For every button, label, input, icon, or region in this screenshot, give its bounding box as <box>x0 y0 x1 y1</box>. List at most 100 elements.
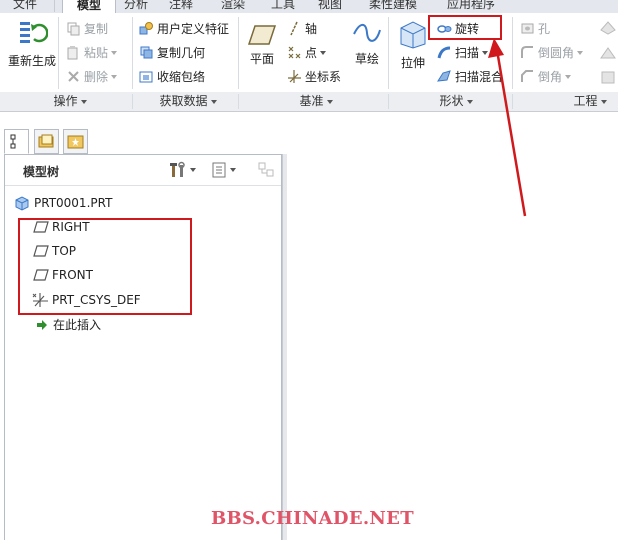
paste-icon <box>67 46 78 60</box>
group-datum-menu[interactable]: 基准 <box>286 94 346 109</box>
watermark-text: BBS.CHINADE.NET <box>211 508 414 529</box>
tree-root-part[interactable]: PRT0001.PRT <box>14 195 112 211</box>
tree-show-button[interactable] <box>211 161 236 179</box>
tab-model-tree[interactable] <box>4 129 29 154</box>
shrinkwrap-label: 收缩包络 <box>157 70 206 84</box>
insert-here-marker[interactable]: 在此插入 <box>36 316 101 333</box>
list-icon <box>212 162 226 178</box>
chevron-down-icon <box>111 74 118 79</box>
tab-tools[interactable]: 工具 <box>262 0 304 13</box>
point-label: 点 <box>305 46 318 60</box>
plane-icon <box>247 25 277 45</box>
group-separator <box>388 94 389 109</box>
csys-label: 坐标系 <box>305 70 342 84</box>
group-get-data-menu[interactable]: 获取数据 <box>150 94 226 109</box>
chevron-down-icon <box>80 99 87 104</box>
tab-analysis[interactable]: 分析 <box>116 0 156 13</box>
tab-flexible-modeling[interactable]: 柔性建模 <box>360 0 426 13</box>
shrinkwrap-icon <box>139 71 153 83</box>
hole-button[interactable]: 孔 <box>520 20 550 37</box>
filter-icon <box>258 162 274 177</box>
group-datum-label: 基准 <box>299 94 324 108</box>
group-engineering-label: 工程 <box>573 94 598 108</box>
tab-annotate[interactable]: 注释 <box>160 0 202 13</box>
copy-geometry-button[interactable]: 复制几何 <box>139 44 205 61</box>
tab-model[interactable]: 模型 <box>62 0 116 13</box>
group-operations-label: 操作 <box>53 94 78 108</box>
tab-file[interactable]: 文件 <box>6 0 44 13</box>
model-tree-header: 模型树 <box>5 155 281 186</box>
tree-highlight-box <box>18 218 192 315</box>
chevron-down-icon <box>326 99 333 104</box>
engineering-tools-icon <box>600 21 616 84</box>
copy-geometry-label: 复制几何 <box>157 46 206 60</box>
hole-icon <box>521 23 534 34</box>
extrude-icon <box>400 21 426 49</box>
udf-button[interactable]: 用户定义特征 <box>139 20 229 37</box>
point-button[interactable]: 点 <box>287 44 327 61</box>
regenerate-label: 重新生成 <box>7 54 56 68</box>
tab-applications[interactable]: 应用程序 <box>436 0 506 13</box>
tools-icon <box>170 161 185 177</box>
group-separator <box>58 17 59 89</box>
ribbon-tab-bar: 文件 模型 分析 注释 渲染 工具 视图 柔性建模 应用程序 <box>0 0 618 13</box>
chevron-down-icon <box>190 168 196 172</box>
group-separator <box>132 94 133 109</box>
paste-label: 粘贴 <box>84 46 109 60</box>
plane-button[interactable]: 平面 <box>244 24 280 67</box>
copy-button[interactable]: 复制 <box>66 20 108 37</box>
axis-icon <box>290 21 298 36</box>
insert-here-label: 在此插入 <box>53 318 102 332</box>
tree-settings-button[interactable] <box>169 161 196 179</box>
folder-icon <box>38 134 54 148</box>
csys-button[interactable]: 坐标系 <box>287 68 341 85</box>
group-separator <box>238 17 239 89</box>
sketch-icon <box>353 23 381 42</box>
part-icon <box>15 196 29 211</box>
chevron-down-icon <box>210 99 217 104</box>
extrude-button[interactable]: 拉伸 <box>394 18 432 71</box>
tab-view[interactable]: 视图 <box>309 0 351 13</box>
paste-button[interactable]: 粘贴 <box>66 44 118 61</box>
chevron-down-icon <box>320 50 327 55</box>
tab-folder-browser[interactable] <box>34 129 59 154</box>
tab-separator <box>54 0 55 12</box>
chevron-down-icon <box>230 168 236 172</box>
delete-label: 删除 <box>84 70 109 84</box>
group-shapes-menu[interactable]: 形状 <box>426 94 486 109</box>
delete-button[interactable]: 删除 <box>66 68 118 85</box>
navigator-panel <box>4 154 282 540</box>
engineering-more-icons <box>598 18 618 88</box>
sketch-button[interactable]: 草绘 <box>349 20 385 67</box>
tree-filter-button[interactable] <box>257 161 277 182</box>
green-arrow-icon <box>37 319 47 330</box>
axis-button[interactable]: 轴 <box>287 20 317 37</box>
delete-icon <box>68 71 79 82</box>
group-get-data-label: 获取数据 <box>159 94 208 108</box>
hole-label: 孔 <box>538 22 551 36</box>
model-tree-title: 模型树 <box>23 165 60 179</box>
group-engineering-menu[interactable]: 工程 <box>562 94 618 109</box>
chamfer-label: 倒角 <box>538 70 563 84</box>
regenerate-button[interactable]: 重新生成 <box>6 18 58 69</box>
regenerate-icon <box>20 22 48 43</box>
csys-icon <box>288 70 301 83</box>
tab-favorites[interactable] <box>63 129 88 154</box>
group-separator <box>388 17 389 89</box>
plane-label: 平面 <box>249 52 274 66</box>
chevron-down-icon <box>565 74 572 79</box>
group-shapes-label: 形状 <box>439 94 464 108</box>
chevron-down-icon <box>111 50 118 55</box>
sweep-icon <box>437 46 451 59</box>
copy-geometry-icon <box>140 46 153 59</box>
point-icon <box>288 46 301 59</box>
group-separator <box>238 94 239 109</box>
udf-icon <box>139 22 153 35</box>
group-separator <box>132 17 133 89</box>
tab-render[interactable]: 渲染 <box>212 0 254 13</box>
panel-splitter[interactable] <box>282 154 287 540</box>
group-operations-menu[interactable]: 操作 <box>40 94 100 109</box>
shrinkwrap-button[interactable]: 收缩包络 <box>139 68 205 85</box>
model-tree-icon <box>10 134 16 149</box>
tree-root-label: PRT0001.PRT <box>34 196 113 210</box>
